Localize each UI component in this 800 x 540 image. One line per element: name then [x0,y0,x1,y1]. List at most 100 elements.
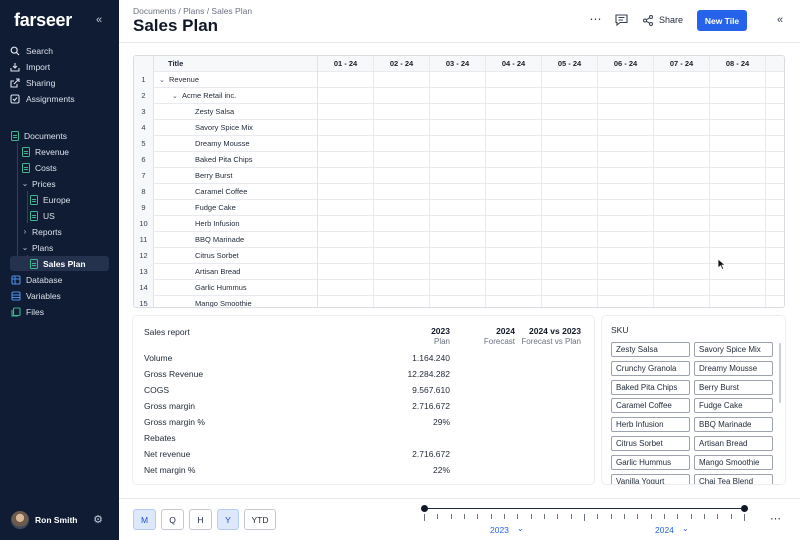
grid-cell[interactable] [710,152,766,168]
title-column-header[interactable]: Title [154,56,318,72]
chevron-down-icon[interactable]: ⌄ [21,243,29,252]
grid-cell[interactable] [374,104,430,120]
period-button[interactable]: M [133,509,156,530]
grid-cell[interactable] [598,264,654,280]
grid-cell[interactable] [710,296,766,307]
grid-cell[interactable] [598,120,654,136]
row-title-cell[interactable]: Citrus Sorbet [154,248,318,264]
grid-cell[interactable] [374,248,430,264]
comment-icon[interactable] [615,14,628,26]
timeline-end-handle[interactable] [741,505,748,512]
grid-cell[interactable] [374,120,430,136]
sales-plan-grid[interactable]: Title 01 - 24 02 - 24 03 - 24 04 - 24 05 - 2… [133,55,785,308]
period-button[interactable]: H [189,509,212,530]
grid-cell[interactable] [654,88,710,104]
grid-cell[interactable] [430,200,486,216]
period-button[interactable]: YTD [244,509,276,530]
grid-cell[interactable] [542,280,598,296]
grid-cell[interactable] [430,72,486,88]
grid-cell[interactable] [598,232,654,248]
grid-cell[interactable] [654,72,710,88]
month-column-header[interactable]: 05 - 24 [542,56,598,72]
grid-cell[interactable] [374,216,430,232]
sku-chip[interactable]: Caramel Coffee [611,398,690,414]
grid-cell[interactable] [430,216,486,232]
grid-cell[interactable] [486,232,542,248]
grid-cell[interactable] [430,264,486,280]
grid-cell[interactable] [486,120,542,136]
grid-cell[interactable] [654,232,710,248]
grid-cell[interactable] [598,296,654,307]
grid-cell[interactable] [598,200,654,216]
grid-cell[interactable] [374,232,430,248]
sku-chip[interactable]: Dreamy Mousse [694,360,773,376]
tree-item-prices[interactable]: ⌄ Prices [21,176,56,191]
grid-cell[interactable] [430,136,486,152]
sku-chip[interactable]: Artisan Bread [694,436,773,451]
grid-cell[interactable] [542,264,598,280]
more-options-icon[interactable]: ⋯ [588,13,602,27]
breadcrumb[interactable]: Documents / Plans / Sales Plan [133,6,252,16]
grid-cell[interactable] [430,184,486,200]
grid-cell[interactable] [710,104,766,120]
timeline-end-year[interactable]: 2024 [655,525,674,535]
tree-item-database[interactable]: Database [11,272,62,287]
row-title-cell[interactable]: Mango Smoothie [154,296,318,307]
grid-cell[interactable] [486,104,542,120]
grid-cell[interactable] [598,248,654,264]
table-row[interactable]: 12 Citrus Sorbet [134,248,784,264]
grid-cell[interactable] [318,136,374,152]
user-profile[interactable]: Ron Smith [11,511,78,529]
row-title-cell[interactable]: Fudge Cake [154,200,318,216]
grid-cell[interactable] [430,120,486,136]
grid-cell[interactable] [542,168,598,184]
grid-cell[interactable] [374,184,430,200]
table-row[interactable]: 10 Herb Infusion [134,216,784,232]
sku-chip[interactable]: BBQ Marinade [694,417,773,433]
sku-chip[interactable]: Vanilla Yogurt [611,473,690,484]
grid-cell[interactable] [374,72,430,88]
row-title-cell[interactable]: ⌄ Revenue [154,72,318,88]
sku-chip[interactable]: Herb Infusion [611,417,690,433]
grid-cell[interactable] [486,136,542,152]
grid-cell[interactable] [318,232,374,248]
gear-icon[interactable]: ⚙ [92,514,104,526]
sku-chip[interactable]: Mango Smoothie [694,454,773,470]
grid-cell[interactable] [486,152,542,168]
period-button[interactable]: Y [217,509,239,530]
grid-cell[interactable] [542,72,598,88]
table-row[interactable]: 13 Artisan Bread [134,264,784,280]
tree-item-revenue[interactable]: Revenue [22,144,69,159]
grid-cell[interactable] [318,264,374,280]
table-row[interactable]: 8 Caramel Coffee [134,184,784,200]
tree-item-documents[interactable]: Documents [11,128,67,143]
grid-cell[interactable] [710,280,766,296]
chevron-down-icon[interactable]: ⌄ [517,524,524,533]
grid-cell[interactable] [374,168,430,184]
table-row[interactable]: 14 Garlic Hummus [134,280,784,296]
tree-item-plans[interactable]: ⌄ Plans [21,240,54,255]
month-column-header[interactable]: 07 - 24 [654,56,710,72]
chevron-down-icon[interactable]: ⌄ [21,179,29,188]
grid-cell[interactable] [318,200,374,216]
grid-cell[interactable] [598,104,654,120]
grid-cell[interactable] [654,104,710,120]
grid-cell[interactable] [598,72,654,88]
table-row[interactable]: 4 Savory Spice Mix [134,120,784,136]
tree-item-variables[interactable]: Variables [11,288,61,303]
tree-item-costs[interactable]: Costs [22,160,57,175]
row-title-cell[interactable]: Savory Spice Mix [154,120,318,136]
grid-cell[interactable] [318,248,374,264]
sku-chip[interactable]: Crunchy Granola [611,360,690,376]
grid-cell[interactable] [654,152,710,168]
table-row[interactable]: 6 Baked Pita Chips [134,152,784,168]
grid-cell[interactable] [486,248,542,264]
grid-cell[interactable] [598,136,654,152]
grid-cell[interactable] [710,200,766,216]
grid-cell[interactable] [374,200,430,216]
table-row[interactable]: 2 ⌄ Acme Retail inc. [134,88,784,104]
grid-cell[interactable] [542,120,598,136]
sku-chip[interactable]: Zesty Salsa [611,342,690,357]
grid-cell[interactable] [654,296,710,307]
grid-cell[interactable] [318,104,374,120]
